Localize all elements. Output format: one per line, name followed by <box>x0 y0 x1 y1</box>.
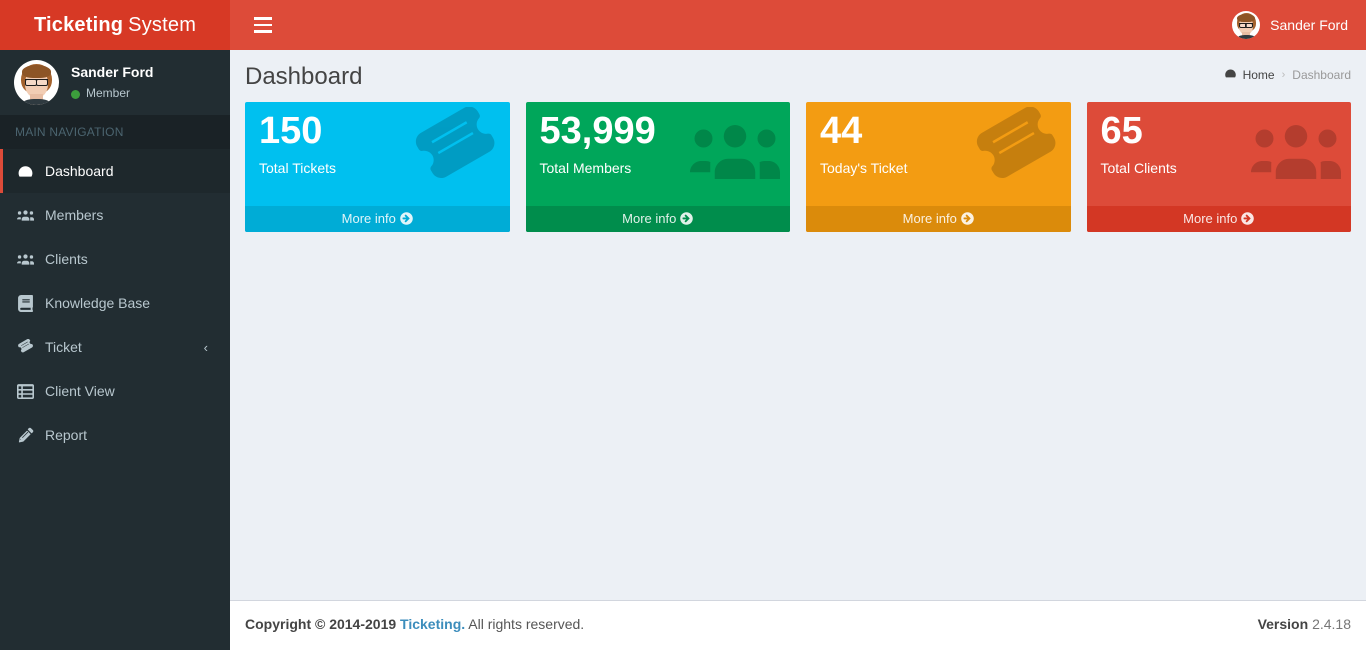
sidebar: Sander Ford Member MAIN NAVIGATION Dashb… <box>0 50 230 650</box>
dashboard-icon <box>15 161 35 181</box>
content-wrapper: Dashboard Home › Dashboard 150 Total Tick… <box>230 50 1366 600</box>
stat-box-more-info-label: More info <box>341 211 396 226</box>
stat-box-more-info-label: More info <box>902 211 957 226</box>
logo-bold-text: Ticketing <box>33 13 124 36</box>
stat-box-more-info-label: More info <box>1183 211 1238 226</box>
stat-box-inner: 150 Total Tickets <box>245 102 510 176</box>
arrow-circle-right-icon <box>680 208 694 232</box>
sidebar-item-label: Members <box>45 207 104 223</box>
stat-box-inner: 53,999 Total Members <box>526 102 791 176</box>
sidebar-user-name: Sander Ford <box>71 64 154 81</box>
sidebar-user-status-label: Member <box>86 86 131 101</box>
sidebar-item-report[interactable]: Report <box>0 413 230 457</box>
users-icon <box>15 205 35 225</box>
stat-box-column: 65 Total Clients More info <box>1079 102 1360 232</box>
navbar-user-menu[interactable]: Sander Ford <box>1224 0 1356 50</box>
chevron-left-icon: ‹ <box>203 339 208 355</box>
app-logo[interactable]: Ticketing System <box>0 0 230 50</box>
stat-box-inner: 44 Today's Ticket <box>806 102 1071 176</box>
sidebar-toggle-icon[interactable] <box>242 0 284 50</box>
sidebar-nav-list: Dashboard Members Clients Knowledge Base Tic… <box>0 149 230 457</box>
app-root: TicketingSystem Sander Ford Sander Ford <box>0 0 1366 650</box>
users-icon <box>15 249 35 269</box>
navbar-user-name: Sander Ford <box>1270 17 1348 33</box>
hamburger-bar <box>254 17 272 20</box>
sidebar-nav-header: MAIN NAVIGATION <box>0 115 230 149</box>
stat-box-row: 150 Total Tickets More info 53,999 Total Mem… <box>230 102 1366 232</box>
footer-version: Version 2.4.18 <box>1258 616 1351 632</box>
sidebar-item-members[interactable]: Members <box>0 193 230 237</box>
sidebar-item-label: Dashboard <box>45 163 114 179</box>
sidebar-item-label: Clients <box>45 251 88 267</box>
stat-box-more-info-link[interactable]: More info <box>525 206 790 232</box>
hamburger-bar <box>254 30 272 33</box>
footer-copyright: Copyright © 2014-2019 <box>245 616 397 632</box>
avatar <box>14 60 59 105</box>
breadcrumb-home-link[interactable]: Home <box>1224 67 1275 83</box>
sidebar-item-ticket[interactable]: Ticket ‹ <box>0 325 230 369</box>
stat-box-more-info-label: More info <box>622 211 677 226</box>
status-dot-icon <box>71 89 80 99</box>
stat-box-column: 150 Total Tickets More info <box>237 102 518 232</box>
main-footer: Copyright © 2014-2019 Ticketing. All rig… <box>230 600 1366 650</box>
stat-box: 44 Today's Ticket More info <box>806 102 1071 232</box>
sidebar-item-dashboard[interactable]: Dashboard <box>0 149 230 193</box>
ticket-icon <box>15 337 35 357</box>
stat-box-inner: 65 Total Clients <box>1087 102 1352 176</box>
page-title: Dashboard <box>245 63 363 90</box>
sidebar-item-label: Report <box>45 427 88 443</box>
stat-box-column: 53,999 Total Members More info <box>518 102 799 232</box>
arrow-circle-right-icon <box>1241 208 1255 232</box>
dashboard-icon <box>1224 67 1237 83</box>
stat-box-more-info-link[interactable]: More info <box>245 206 510 232</box>
breadcrumb-current: Dashboard <box>1292 68 1351 82</box>
sidebar-user-status: Member <box>71 85 153 102</box>
sidebar-user-info: Sander Ford Member <box>71 62 153 103</box>
sidebar-item-clients[interactable]: Clients <box>0 237 230 281</box>
stat-box-value: 44 <box>820 110 863 152</box>
list-icon <box>15 381 35 401</box>
sidebar-user-panel[interactable]: Sander Ford Member <box>0 50 230 115</box>
edit-icon <box>15 425 35 445</box>
stat-box-value: 65 <box>1100 110 1143 152</box>
sidebar-item-label: Ticket <box>45 339 82 355</box>
stat-box-column: 44 Today's Ticket More info <box>798 102 1079 232</box>
hamburger-bar <box>254 23 272 27</box>
stat-box: 150 Total Tickets More info <box>245 102 510 232</box>
footer-brand-link[interactable]: Ticketing. <box>400 616 465 632</box>
stat-box-label: Total Clients <box>1100 159 1177 176</box>
sidebar-item-client-view[interactable]: Client View <box>0 369 230 413</box>
stat-box-value: 150 <box>259 110 323 152</box>
stat-box-more-info-link[interactable]: More info <box>1086 206 1351 232</box>
content-header: Dashboard Home › Dashboard <box>230 50 1366 102</box>
top-navbar: Sander Ford <box>230 0 1366 50</box>
footer-version-number: 2.4.18 <box>1312 616 1351 632</box>
logo-light-text: System <box>128 13 197 36</box>
breadcrumb-separator: › <box>1281 69 1286 81</box>
footer-rights-text: All rights reserved. <box>468 616 585 632</box>
stat-box-more-info-link[interactable]: More info <box>806 206 1071 232</box>
breadcrumb: Home › Dashboard <box>1224 67 1351 83</box>
stat-box-label: Total Members <box>539 159 632 176</box>
sidebar-item-knowledge-base[interactable]: Knowledge Base <box>0 281 230 325</box>
stat-box-value: 53,999 <box>539 110 656 152</box>
sidebar-item-label: Client View <box>45 383 115 399</box>
stat-box-label: Today's Ticket <box>820 159 908 176</box>
avatar <box>1232 11 1261 39</box>
stat-box-label: Total Tickets <box>259 159 337 176</box>
stat-box: 53,999 Total Members More info <box>525 102 791 232</box>
sidebar-item-label: Knowledge Base <box>45 295 151 311</box>
arrow-circle-right-icon <box>961 208 974 232</box>
breadcrumb-home-label: Home <box>1242 68 1275 82</box>
book-icon <box>15 293 35 313</box>
footer-version-label: Version <box>1257 616 1309 632</box>
stat-box: 65 Total Clients More info <box>1086 102 1352 232</box>
arrow-circle-right-icon <box>400 208 413 232</box>
